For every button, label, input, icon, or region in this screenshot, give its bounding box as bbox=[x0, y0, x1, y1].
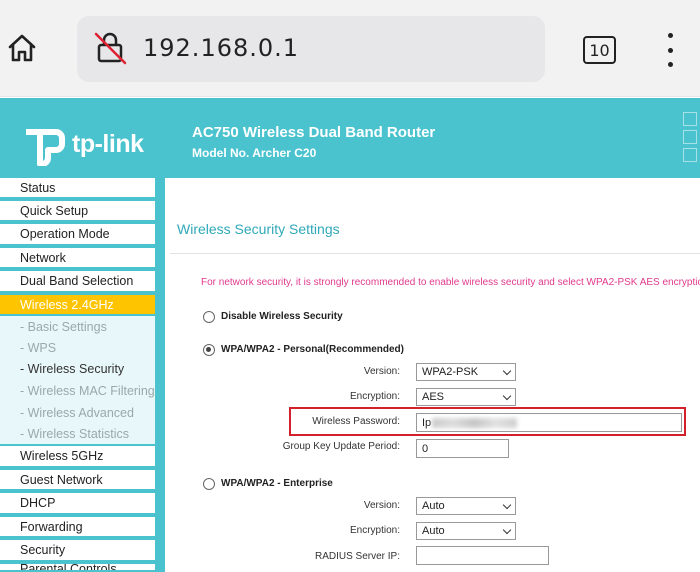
scroll-square bbox=[683, 148, 697, 162]
submenu-wireless-advanced[interactable]: - Wireless Advanced bbox=[20, 406, 134, 420]
password-highlight-box bbox=[289, 407, 686, 436]
submenu-basic-settings[interactable]: - Basic Settings bbox=[20, 320, 107, 334]
sidebar-item-quick-setup[interactable]: Quick Setup bbox=[0, 201, 155, 222]
url-text[interactable]: 192.168.0.1 bbox=[143, 34, 299, 62]
dot-icon bbox=[667, 33, 673, 38]
wpa-personal-radio[interactable] bbox=[203, 344, 215, 356]
sidebar-item-network[interactable]: Network bbox=[0, 248, 155, 269]
home-icon bbox=[8, 34, 36, 62]
insecure-lock-icon[interactable] bbox=[93, 30, 129, 66]
dot-icon bbox=[667, 62, 673, 67]
tp-link-logo-icon bbox=[26, 129, 65, 166]
sidebar-item-operation-mode[interactable]: Operation Mode bbox=[0, 224, 155, 246]
sidebar-item-dhcp[interactable]: DHCP bbox=[0, 493, 155, 515]
ent-version-select[interactable]: Auto bbox=[416, 497, 516, 515]
sidebar-item-security[interactable]: Security bbox=[0, 540, 155, 562]
radius-ip-label: RADIUS Server IP: bbox=[314, 551, 400, 562]
encryption-value: AES bbox=[422, 391, 445, 403]
disable-security-label: Disable Wireless Security bbox=[221, 311, 343, 322]
tp-link-logo: tp-link bbox=[22, 122, 144, 166]
version-label: Version: bbox=[363, 366, 400, 377]
sidebar-item-status[interactable]: Status bbox=[0, 178, 155, 199]
group-key-input[interactable]: 0 bbox=[416, 439, 509, 458]
sidebar-item-guest-network[interactable]: Guest Network bbox=[0, 470, 155, 491]
chevron-down-icon bbox=[502, 525, 512, 534]
chevron-down-icon bbox=[502, 391, 512, 400]
sidebar-item-wireless-24[interactable]: Wireless 2.4GHz bbox=[0, 295, 155, 316]
tab-switcher-button[interactable]: 10 bbox=[583, 36, 616, 64]
logo-text: tp-link bbox=[72, 129, 144, 158]
sidebar-item-wireless-5[interactable]: Wireless 5GHz bbox=[0, 446, 155, 468]
sidebar-item-parental-controls[interactable]: Parental Controls bbox=[0, 564, 155, 572]
divider bbox=[170, 253, 700, 254]
security-notice: For network security, it is strongly rec… bbox=[201, 277, 700, 288]
version-select[interactable]: WPA2-PSK bbox=[416, 363, 516, 381]
chevron-down-icon bbox=[502, 500, 512, 509]
encryption-label: Encryption: bbox=[349, 391, 400, 402]
radius-ip-input[interactable] bbox=[416, 546, 549, 565]
more-menu-button[interactable] bbox=[660, 33, 680, 67]
submenu-mac-filtering[interactable]: - Wireless MAC Filtering bbox=[20, 384, 155, 398]
model-title: AC750 Wireless Dual Band Router bbox=[192, 124, 436, 141]
submenu-wps[interactable]: - WPS bbox=[20, 341, 56, 355]
wpa-personal-label: WPA/WPA2 - Personal(Recommended) bbox=[221, 344, 404, 355]
encryption-select[interactable]: AES bbox=[416, 388, 516, 406]
scroll-square bbox=[683, 130, 697, 144]
header-scrollbar[interactable] bbox=[680, 108, 700, 172]
wpa-enterprise-label: WPA/WPA2 - Enterprise bbox=[221, 478, 333, 489]
model-number: Model No. Archer C20 bbox=[192, 146, 317, 160]
page-title: Wireless Security Settings bbox=[177, 221, 340, 237]
dot-icon bbox=[667, 47, 673, 53]
version-value: WPA2-PSK bbox=[422, 366, 479, 378]
ent-encryption-select[interactable]: Auto bbox=[416, 522, 516, 540]
submenu-wireless-security[interactable]: - Wireless Security bbox=[20, 362, 124, 376]
home-button[interactable] bbox=[4, 30, 40, 66]
submenu-wireless-statistics[interactable]: - Wireless Statistics bbox=[20, 427, 129, 441]
disable-security-radio[interactable] bbox=[203, 311, 215, 323]
sidebar-item-dual-band[interactable]: Dual Band Selection bbox=[0, 271, 155, 293]
ent-version-value: Auto bbox=[422, 500, 445, 512]
ent-encryption-value: Auto bbox=[422, 525, 445, 537]
chevron-down-icon bbox=[502, 366, 512, 375]
ent-encryption-label: Encryption: bbox=[349, 525, 400, 536]
ent-version-label: Version: bbox=[363, 500, 400, 511]
group-key-label: Group Key Update Period: bbox=[282, 441, 400, 452]
scroll-square bbox=[683, 112, 697, 126]
submenu-wireless-24 bbox=[0, 316, 155, 444]
sidebar-item-forwarding[interactable]: Forwarding bbox=[0, 517, 155, 538]
wpa-enterprise-radio[interactable] bbox=[203, 478, 215, 490]
